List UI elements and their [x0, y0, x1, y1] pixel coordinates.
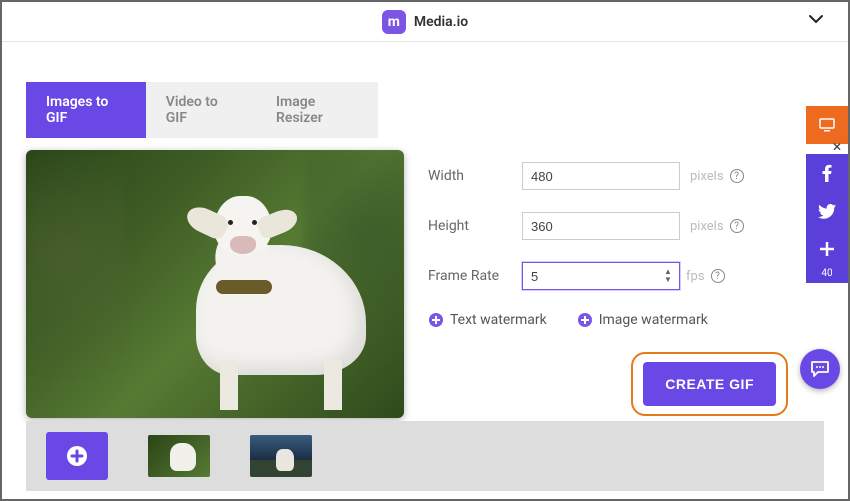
chevron-down-icon[interactable]	[808, 14, 824, 24]
frame-rate-label: Frame Rate	[428, 268, 522, 284]
help-icon[interactable]: ?	[730, 169, 744, 183]
height-label: Height	[428, 218, 522, 234]
frame-rate-unit: fps	[686, 269, 705, 284]
help-icon[interactable]: ?	[711, 269, 725, 283]
height-unit: pixels	[690, 219, 724, 234]
tabs: Images to GIF Video to GIF Image Resizer	[26, 82, 378, 138]
app-header: m Media.io	[2, 2, 848, 42]
text-watermark-label: Text watermark	[450, 312, 547, 328]
thumbnail-strip	[26, 421, 824, 491]
settings-form: Width pixels ? Height pixels ? Frame Rat…	[428, 150, 828, 418]
create-gif-button[interactable]: CREATE GIF	[643, 362, 776, 406]
facebook-icon[interactable]	[806, 154, 848, 192]
logo-icon: m	[382, 10, 406, 34]
share-rail: 40	[806, 106, 848, 283]
screen-icon[interactable]	[806, 106, 848, 144]
plus-icon[interactable]	[806, 230, 848, 268]
share-count: 40	[806, 268, 848, 283]
close-icon[interactable]: ✕	[832, 140, 842, 154]
image-preview	[26, 150, 404, 418]
add-image-button[interactable]	[46, 432, 108, 480]
brand-name: Media.io	[414, 14, 468, 30]
width-label: Width	[428, 168, 522, 184]
thumbnail-2[interactable]	[250, 435, 312, 477]
thumbnail-1[interactable]	[148, 435, 210, 477]
cta-highlight: CREATE GIF	[631, 352, 788, 416]
add-image-watermark[interactable]: Image watermark	[577, 312, 708, 328]
plus-circle-icon	[577, 312, 593, 328]
tab-video-to-gif[interactable]: Video to GIF	[146, 82, 256, 138]
brand-logo[interactable]: m Media.io	[382, 10, 468, 34]
add-text-watermark[interactable]: Text watermark	[428, 312, 547, 328]
twitter-icon[interactable]	[806, 192, 848, 230]
tab-images-to-gif[interactable]: Images to GIF	[26, 82, 146, 138]
width-input[interactable]	[522, 162, 680, 190]
plus-circle-icon	[428, 312, 444, 328]
height-input[interactable]	[522, 212, 680, 240]
help-icon[interactable]: ?	[730, 219, 744, 233]
tab-image-resizer[interactable]: Image Resizer	[256, 82, 378, 138]
image-watermark-label: Image watermark	[599, 312, 708, 328]
chat-fab[interactable]	[800, 349, 840, 389]
width-unit: pixels	[690, 169, 724, 184]
frame-rate-input[interactable]	[522, 262, 680, 290]
